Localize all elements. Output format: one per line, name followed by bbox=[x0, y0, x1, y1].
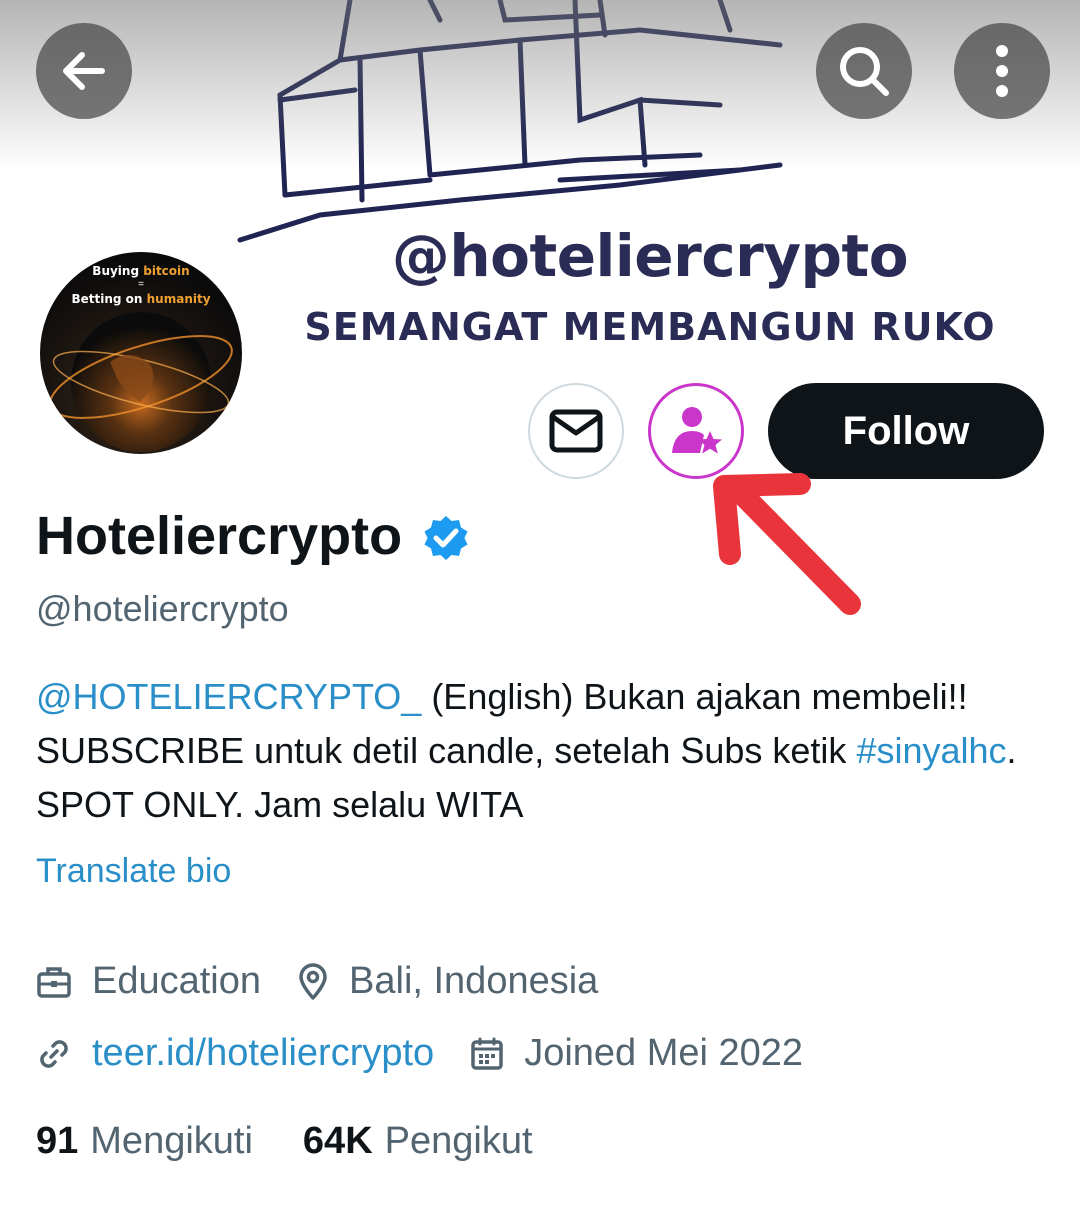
message-button[interactable] bbox=[528, 383, 624, 479]
category-item: Education bbox=[36, 960, 261, 1003]
banner-tagline-text: SEMANGAT MEMBANGUN RUKO bbox=[304, 305, 996, 349]
person-star-icon bbox=[672, 407, 722, 454]
following-label: Mengikuti bbox=[90, 1120, 253, 1162]
username: @hoteliercrypto bbox=[36, 588, 289, 629]
back-button[interactable] bbox=[36, 23, 132, 119]
website-item: teer.id/hoteliercrypto bbox=[36, 1032, 434, 1075]
briefcase-icon bbox=[37, 966, 71, 998]
banner-top-shade bbox=[0, 0, 1080, 170]
bio-mention-link[interactable]: @HOTELIERCRYPTO_ bbox=[36, 676, 421, 717]
display-name-row: Hoteliercrypto bbox=[36, 505, 470, 567]
annotation-arrow bbox=[713, 473, 861, 615]
more-vertical-icon bbox=[996, 45, 1008, 97]
profile-meta-row-2: teer.id/hoteliercrypto Joined Mei 2022 bbox=[36, 1032, 839, 1075]
profile-avatar[interactable]: Buying bitcoin = Betting on humanity bbox=[36, 248, 246, 458]
avatar-text-line1: Buying bitcoin bbox=[92, 264, 190, 278]
avatar-text-equals: = bbox=[138, 279, 144, 290]
avatar-text-line2: Betting on humanity bbox=[71, 292, 211, 306]
search-icon bbox=[840, 47, 889, 96]
profile-meta-row-1: Education Bali, Indonesia bbox=[36, 960, 634, 1003]
search-button[interactable] bbox=[816, 23, 912, 119]
arrow-left-icon bbox=[63, 52, 105, 90]
bio-hashtag-link[interactable]: #sinyalhc bbox=[856, 730, 1006, 771]
followers-count: 64K bbox=[302, 1120, 373, 1162]
mail-icon bbox=[549, 409, 603, 453]
follow-stats: 91 Mengikuti 64K Pengikut bbox=[36, 1120, 583, 1163]
link-icon bbox=[40, 1039, 68, 1068]
category-text: Education bbox=[92, 960, 262, 1002]
following-count: 91 bbox=[36, 1120, 79, 1162]
translate-bio-link[interactable]: Translate bio bbox=[36, 852, 231, 891]
joined-item: Joined Mei 2022 bbox=[470, 1032, 803, 1075]
calendar-icon bbox=[471, 1037, 503, 1070]
location-item: Bali, Indonesia bbox=[297, 960, 598, 1003]
display-name: Hoteliercrypto bbox=[36, 506, 403, 566]
followers-label: Pengikut bbox=[384, 1120, 533, 1162]
joined-text: Joined Mei 2022 bbox=[524, 1032, 804, 1074]
verified-badge-icon[interactable] bbox=[422, 514, 470, 562]
following-stat[interactable]: 91 Mengikuti bbox=[36, 1120, 253, 1163]
location-pin-icon bbox=[299, 962, 327, 1000]
website-link[interactable]: teer.id/hoteliercrypto bbox=[92, 1032, 434, 1075]
followers-stat[interactable]: 64K Pengikut bbox=[303, 1120, 533, 1163]
more-options-button[interactable] bbox=[954, 23, 1050, 119]
profile-bio: @HOTELIERCRYPTO_ (English) Bukan ajakan … bbox=[36, 670, 1056, 832]
location-text: Bali, Indonesia bbox=[349, 960, 599, 1002]
banner-handle-text: @hoteliercrypto bbox=[391, 222, 909, 290]
